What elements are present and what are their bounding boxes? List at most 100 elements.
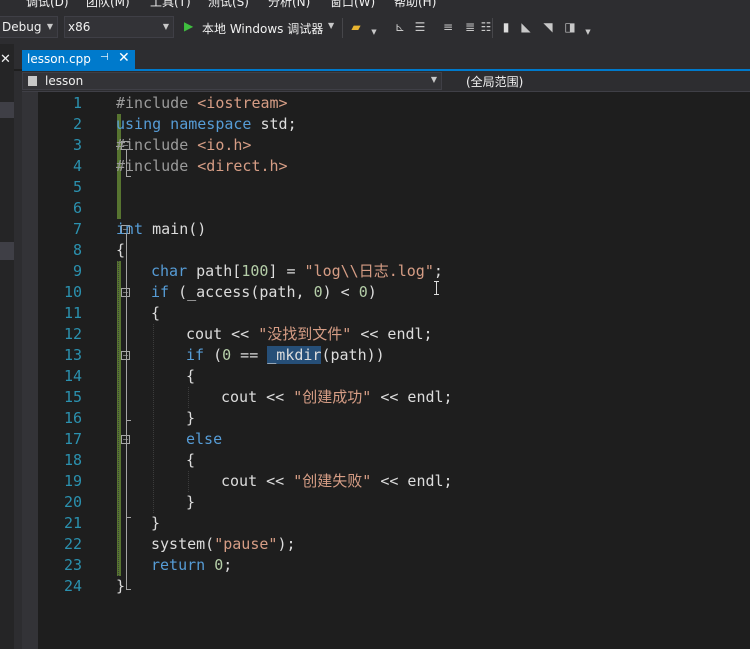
code-line-2: using namespace std;: [116, 115, 297, 133]
line-number: 14: [63, 367, 82, 385]
code-line-18: {: [186, 451, 196, 469]
next-bookmark-icon[interactable]: ◥: [540, 19, 556, 35]
platform-dropdown[interactable]: x86 ▼: [64, 16, 174, 38]
code-line-17: else: [186, 430, 223, 448]
line-number: 10: [63, 283, 82, 301]
line-number: 21: [63, 514, 82, 532]
code-area[interactable]: #include <iostream> using namespace std;…: [116, 92, 750, 649]
menu-bar: 调试(D) 团队(M) 工具(T) 测试(S) 分析(N) 窗口(W) 帮助(H…: [0, 0, 750, 10]
navigation-bar: lesson ▼ (全局范围): [22, 71, 750, 92]
code-line-13: if (0 == _mkdir(path)): [186, 346, 385, 364]
indent-guide: [118, 261, 120, 576]
line-number: 12: [63, 325, 82, 343]
code-line-11: {: [151, 304, 161, 322]
menu-debug[interactable]: 调试(D): [26, 0, 69, 10]
code-line-24: }: [116, 577, 126, 595]
close-icon[interactable]: ✕: [118, 50, 130, 66]
line-number: 23: [63, 556, 82, 574]
code-line-14: {: [186, 367, 196, 385]
line-number: 6: [72, 199, 82, 217]
line-number: 2: [72, 115, 82, 133]
file-icon: [28, 76, 37, 86]
line-number: 20: [63, 493, 82, 511]
line-number: 19: [63, 472, 82, 490]
scope-dropdown[interactable]: (全局范围): [460, 72, 750, 90]
chevron-down-icon: ▼: [46, 22, 53, 31]
code-line-1: #include <iostream>: [116, 94, 288, 112]
indicator-margin: [22, 92, 38, 649]
indent-guide: [188, 471, 190, 492]
line-number: 1: [72, 94, 82, 112]
code-line-16: }: [186, 409, 196, 427]
line-number: 8: [72, 241, 82, 259]
line-number: 4: [72, 157, 82, 175]
chevron-down-icon: ▼: [162, 22, 169, 31]
menu-team[interactable]: 团队(M): [86, 0, 130, 10]
line-number: 18: [63, 451, 82, 469]
code-line-19: cout << "创建失败" << endl;: [221, 472, 453, 490]
scope-label: (全局范围): [466, 75, 524, 89]
bookmark-folder-icon[interactable]: ◨: [562, 19, 578, 35]
tab-label: lesson.cpp: [27, 52, 91, 66]
code-line-23: return 0;: [151, 556, 233, 574]
indent-icon[interactable]: ≡: [440, 19, 456, 35]
code-line-3: #include <io.h>: [116, 136, 252, 154]
prev-bookmark-icon[interactable]: ◣: [518, 19, 534, 35]
start-debugging-label: 本地 Windows 调试器: [202, 22, 324, 36]
code-line-20: }: [186, 493, 196, 511]
solution-config-dropdown[interactable]: Debug ▼: [0, 16, 58, 38]
line-number: 17: [63, 430, 82, 448]
code-line-7: int main(): [116, 220, 207, 238]
menu-test[interactable]: 测试(S): [208, 0, 249, 10]
document-tab-strip: lesson.cpp ⊣ ✕: [0, 44, 750, 69]
code-line-4: #include <direct.h>: [116, 157, 288, 175]
chevron-down-icon[interactable]: ▼: [366, 24, 382, 40]
line-number: 3: [72, 136, 82, 154]
tab-lesson-cpp[interactable]: lesson.cpp ⊣ ✕: [22, 50, 135, 69]
menu-window[interactable]: 窗口(W): [330, 0, 375, 10]
close-icon[interactable]: ✕: [0, 52, 11, 67]
panel-dropdown[interactable]: [0, 102, 14, 118]
bookmark-icon[interactable]: ▮: [498, 19, 514, 35]
comment-icon[interactable]: ≣: [462, 19, 478, 35]
solution-config-value: Debug: [2, 20, 42, 34]
platform-value: x86: [68, 20, 91, 34]
step-over-icon[interactable]: ⊾: [392, 19, 408, 35]
code-line-21: }: [151, 514, 161, 532]
menu-tools[interactable]: 工具(T): [150, 0, 191, 10]
indent-guide: [153, 324, 155, 513]
panel-divider: [14, 71, 22, 649]
line-number: 13: [63, 346, 82, 364]
toolbar-separator: [342, 18, 343, 38]
panel-selection: [0, 242, 14, 260]
code-line-22: system("pause");: [151, 535, 296, 553]
browse-icon[interactable]: ▰: [348, 19, 364, 35]
toolbar: Debug ▼ x86 ▼ ▶ 本地 Windows 调试器 ▼ ▰ ▼ ⊾ ☰…: [0, 10, 750, 44]
chevron-down-icon[interactable]: ▼: [580, 24, 596, 40]
line-number: 5: [72, 178, 82, 196]
solution-explorer-panel: ✕: [0, 44, 14, 649]
project-dropdown[interactable]: lesson ▼: [22, 72, 442, 90]
line-number: 15: [63, 388, 82, 406]
code-editor[interactable]: 1 2 3 4 5 6 7 8 9 10 11 12 13 14 15 16 1…: [22, 92, 750, 649]
mouse-cursor-icon: [434, 281, 440, 295]
line-number: 9: [72, 262, 82, 280]
play-icon: ▶: [184, 19, 194, 33]
menu-analyze[interactable]: 分析(N): [268, 0, 310, 10]
code-line-8: {: [116, 241, 126, 259]
code-line-12: cout << "没找到文件" << endl;: [186, 325, 433, 343]
toolbar-separator: [492, 18, 493, 38]
line-number: 7: [72, 220, 82, 238]
code-line-9: char path[100] = "log\\日志.log";: [151, 262, 443, 280]
code-line-15: cout << "创建成功" << endl;: [221, 388, 453, 406]
step-into-icon[interactable]: ☰: [412, 19, 428, 35]
code-line-10: if (_access(path, 0) < 0): [151, 283, 377, 301]
chevron-down-icon: ▼: [328, 21, 335, 30]
pin-icon[interactable]: ⊣: [100, 52, 109, 63]
line-number: 22: [63, 535, 82, 553]
chevron-down-icon: ▼: [430, 75, 437, 84]
project-label: lesson: [45, 74, 84, 88]
menu-help[interactable]: 帮助(H): [394, 0, 436, 10]
line-number: 11: [63, 304, 82, 322]
start-debugging-button[interactable]: ▶ 本地 Windows 调试器 ▼: [182, 16, 338, 38]
